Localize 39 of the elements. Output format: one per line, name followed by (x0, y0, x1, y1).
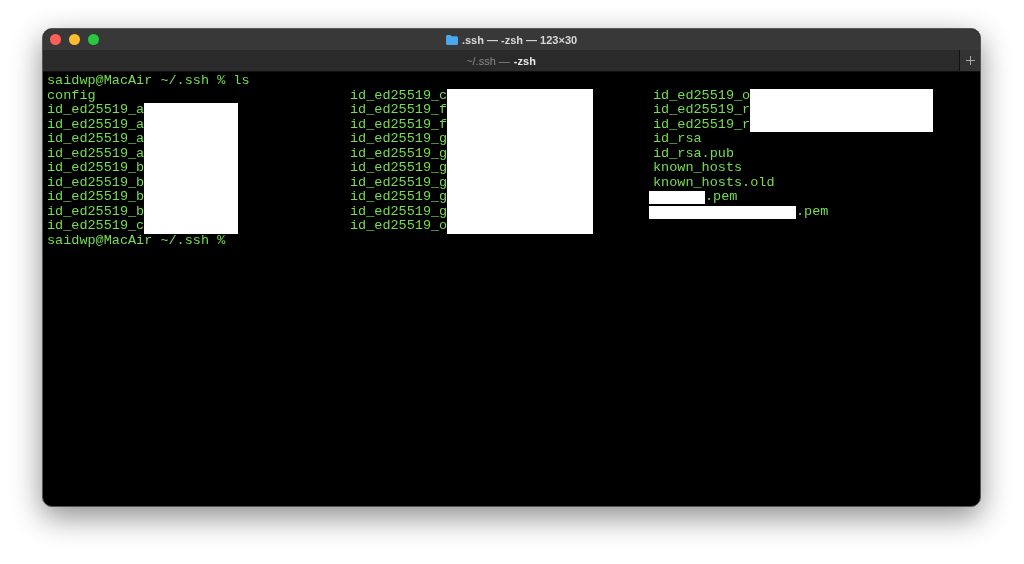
file-name: id_ed25519_g (350, 146, 448, 161)
file-name: config (47, 88, 96, 103)
file-name: id_ed25519_g (350, 204, 448, 219)
file-name: id_ed25519_c (350, 88, 448, 103)
file-name: id_ed25519_o (350, 219, 448, 234)
file-name: .pem (705, 190, 738, 205)
file-name: id_ed25519_r (653, 103, 751, 118)
file-name: id_ed25519_a (47, 103, 145, 118)
close-button[interactable] (50, 34, 61, 45)
new-tab-button[interactable] (959, 50, 980, 71)
folder-icon (445, 34, 458, 45)
file-name: id_ed25519_g (350, 175, 448, 190)
file-name: known_hosts.old (653, 175, 775, 190)
window-title: .ssh — -zsh — 123×30 (461, 33, 578, 46)
file-name: id_rsa (653, 132, 702, 147)
file-name: known_hosts (653, 161, 743, 176)
file-name: id_ed25519_f (350, 103, 448, 118)
command-line: saidwp@MacAir ~/.ssh % ls (47, 74, 251, 89)
file-name: id_ed25519_b (47, 175, 145, 190)
file-name: id_ed25519_b (47, 204, 145, 219)
file-name: id_rsa.pub (653, 146, 734, 161)
shell-prompt: saidwp@MacAir ~/.ssh % (47, 233, 227, 248)
file-name: id_ed25519_r (653, 117, 751, 132)
terminal-tab[interactable]: ~/.ssh — -zsh (43, 50, 959, 71)
file-name: id_ed25519_c (47, 219, 145, 234)
file-name: id_ed25519_a (47, 146, 145, 161)
file-name: id_ed25519_b (47, 161, 145, 176)
file-name: id_ed25519_g (350, 161, 448, 176)
file-name: id_ed25519_b (47, 190, 145, 205)
zoom-button[interactable] (88, 34, 99, 45)
file-name: id_ed25519_a (47, 117, 145, 132)
plus-icon (965, 56, 975, 65)
minimize-button[interactable] (69, 34, 80, 45)
file-name: .pem (796, 204, 829, 219)
file-name: id_ed25519_f (350, 117, 448, 132)
file-name: id_ed25519_o (653, 88, 751, 103)
file-name: id_ed25519_g (350, 132, 448, 147)
file-name: id_ed25519_g (350, 190, 448, 205)
file-name: id_ed25519_a (47, 132, 145, 147)
